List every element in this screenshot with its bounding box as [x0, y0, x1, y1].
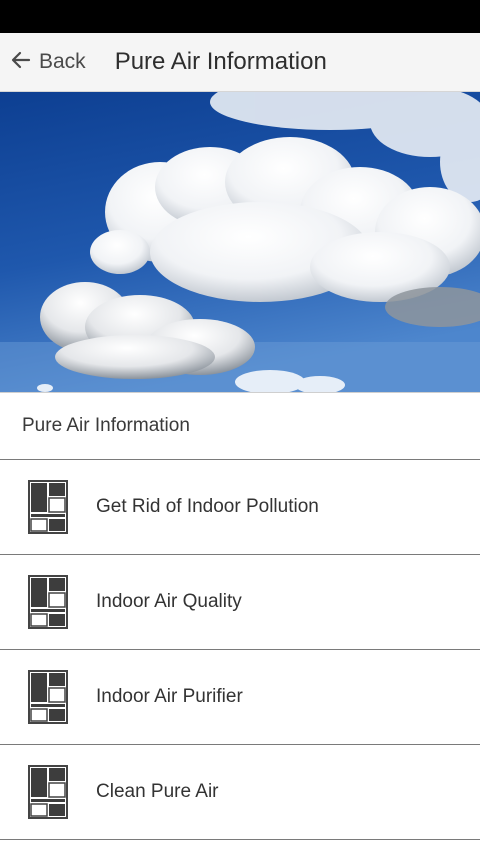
- back-button[interactable]: Back: [0, 33, 96, 91]
- app-bar: Back Pure Air Information: [0, 33, 480, 92]
- layout-blocks-icon: [28, 575, 68, 629]
- list-item-label: Indoor Air Purifier: [96, 686, 243, 707]
- list-item[interactable]: Indoor Air Purifier: [0, 650, 480, 745]
- layout-blocks-icon: [28, 765, 68, 819]
- section-header: Pure Air Information: [0, 392, 480, 460]
- list-item[interactable]: Indoor Air Quality: [0, 555, 480, 650]
- section-header-label: Pure Air Information: [22, 415, 190, 436]
- layout-blocks-icon: [28, 670, 68, 724]
- list-item-label: Get Rid of Indoor Pollution: [96, 496, 319, 517]
- hero-image: [0, 92, 480, 392]
- arrow-left-icon: [9, 48, 33, 77]
- page-title: Pure Air Information: [114, 48, 327, 75]
- topic-list: Get Rid of Indoor Pollution Indoor Air Q…: [0, 460, 480, 840]
- status-bar: [0, 0, 480, 33]
- list-item[interactable]: Clean Pure Air: [0, 745, 480, 840]
- list-item-label: Clean Pure Air: [96, 781, 219, 802]
- list-item-label: Indoor Air Quality: [96, 591, 242, 612]
- list-item[interactable]: Get Rid of Indoor Pollution: [0, 460, 480, 555]
- layout-blocks-icon: [28, 480, 68, 534]
- back-label: Back: [39, 50, 86, 73]
